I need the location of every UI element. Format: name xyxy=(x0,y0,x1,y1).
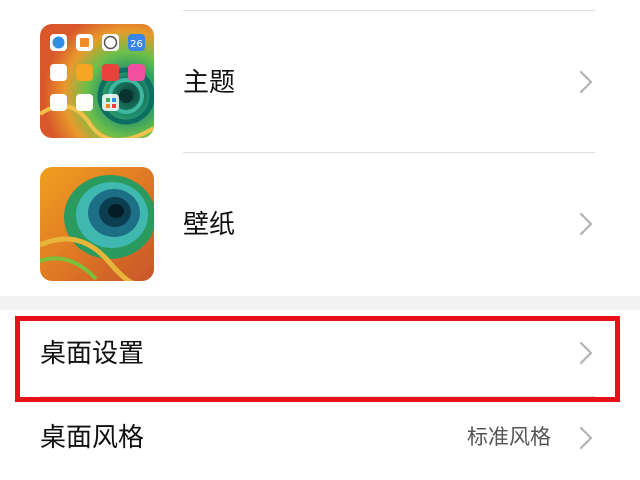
theme-preview-thumbnail: 26 xyxy=(40,24,154,138)
desktop-style-row[interactable]: 桌面风格 标准风格 xyxy=(0,398,640,480)
desktop-settings-divider xyxy=(40,396,595,397)
desktop-settings-row[interactable]: 桌面设置 xyxy=(0,316,640,394)
wallpaper-row[interactable]: 壁纸 xyxy=(0,156,640,294)
theme-divider xyxy=(183,152,595,153)
desktop-style-value: 标准风格 xyxy=(467,425,551,449)
settings-screen: 26 主题 壁纸 桌面设置 桌面风格 标准风格 xyxy=(0,0,640,480)
top-divider xyxy=(183,10,595,11)
chevron-right-icon xyxy=(579,341,593,365)
chevron-right-icon xyxy=(579,212,593,236)
desktop-settings-label: 桌面设置 xyxy=(40,339,145,369)
section-separator xyxy=(0,296,640,310)
chevron-right-icon xyxy=(579,426,593,450)
calendar-icon-text: 26 xyxy=(130,39,143,50)
desktop-style-label: 桌面风格 xyxy=(40,423,145,453)
wallpaper-label: 壁纸 xyxy=(183,210,236,240)
wallpaper-preview-image xyxy=(40,167,154,281)
theme-preview-image: 26 xyxy=(40,24,154,138)
theme-label: 主题 xyxy=(183,68,236,98)
wallpaper-preview-thumbnail xyxy=(40,167,154,281)
chevron-right-icon xyxy=(579,70,593,94)
theme-row[interactable]: 26 主题 xyxy=(0,14,640,150)
